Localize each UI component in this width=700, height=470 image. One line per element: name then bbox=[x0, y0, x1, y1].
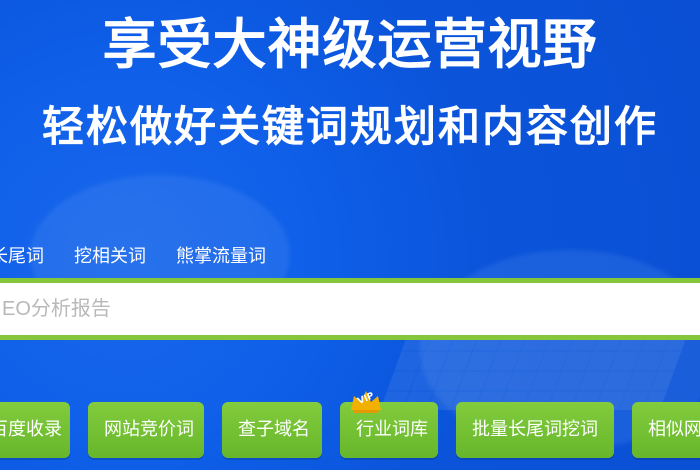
similar-websites-button[interactable]: 相似网站 bbox=[632, 402, 700, 458]
tab-xiongzhang-traffic-words[interactable]: 熊掌流量词 bbox=[176, 243, 266, 271]
search-input[interactable] bbox=[0, 283, 700, 335]
subdomain-lookup-button[interactable]: 查子域名 bbox=[222, 402, 322, 458]
tool-buttons: 百度收录 网站竞价词 查子域名 VIP 行业词库 批量长尾词挖词 相似网站 bbox=[0, 391, 700, 458]
hero-section: 享受大神级运营视野 轻松做好关键词规划和内容创作 bbox=[0, 0, 700, 170]
baidu-index-button[interactable]: 百度收录 bbox=[0, 402, 70, 458]
industry-keyword-library-label: 行业词库 bbox=[356, 419, 428, 440]
tab-long-tail-words[interactable]: 长尾词 bbox=[0, 243, 44, 271]
vip-badge-label: VIP bbox=[356, 390, 376, 408]
site-bid-words-button[interactable]: 网站竞价词 bbox=[88, 402, 204, 458]
search-box bbox=[0, 278, 700, 340]
hero-subtitle: 轻松做好关键词规划和内容创作 bbox=[41, 102, 658, 151]
crown-icon: VIP bbox=[348, 388, 384, 414]
bulk-long-tail-mining-button[interactable]: 批量长尾词挖词 bbox=[456, 402, 614, 458]
hero-title: 享受大神级运营视野 bbox=[102, 13, 598, 76]
tab-related-words[interactable]: 挖相关词 bbox=[74, 243, 146, 271]
industry-keyword-library-button[interactable]: VIP 行业词库 bbox=[340, 391, 438, 458]
search-tabs: 长尾词 挖相关词 熊掌流量词 bbox=[0, 242, 266, 272]
